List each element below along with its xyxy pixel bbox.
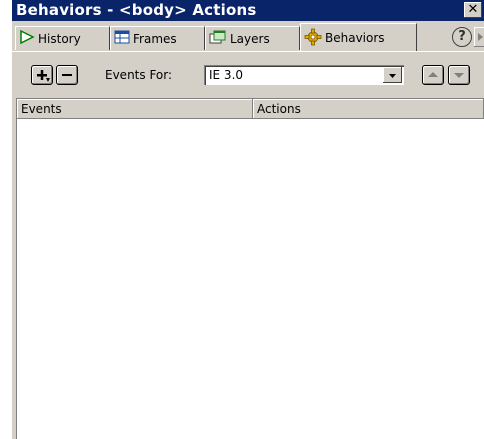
remove-behavior-button[interactable] bbox=[56, 65, 78, 85]
add-behavior-button[interactable] bbox=[31, 65, 53, 85]
layers-icon bbox=[209, 30, 227, 48]
close-icon: ✕ bbox=[467, 2, 479, 17]
events-for-select[interactable]: IE 3.0 bbox=[204, 65, 404, 85]
column-header-label: Actions bbox=[257, 102, 301, 116]
tab-label: Layers bbox=[230, 31, 270, 46]
tab-scroll-right-button[interactable] bbox=[474, 27, 484, 47]
help-icon: ? bbox=[458, 29, 466, 44]
move-up-button[interactable] bbox=[422, 65, 444, 85]
close-button[interactable]: ✕ bbox=[464, 2, 482, 18]
events-for-dropdown-button[interactable] bbox=[383, 67, 402, 83]
events-for-label: Events For: bbox=[105, 68, 173, 82]
down-arrow-icon bbox=[454, 73, 464, 78]
behaviors-list[interactable]: Events Actions bbox=[16, 98, 484, 439]
tab-history[interactable]: History bbox=[15, 26, 110, 50]
tab-label: Behaviors bbox=[325, 31, 385, 45]
chevron-down-icon bbox=[389, 74, 396, 78]
title-bar[interactable]: Behaviors - <body> Actions ✕ bbox=[12, 0, 484, 21]
column-header-label: Events bbox=[21, 102, 62, 116]
move-down-button[interactable] bbox=[448, 65, 470, 85]
plus-icon bbox=[37, 70, 50, 82]
frames-grid-icon bbox=[114, 30, 130, 47]
column-header-events[interactable]: Events bbox=[17, 99, 253, 119]
tab-label: Frames bbox=[133, 31, 177, 46]
behaviors-toolbar: Events For: IE 3.0 bbox=[12, 55, 484, 95]
column-header-actions[interactable]: Actions bbox=[253, 99, 484, 119]
tab-behaviors[interactable]: Behaviors bbox=[300, 23, 417, 51]
panel-tabs: History Frames Layers Behaviors ? bbox=[12, 21, 484, 52]
up-arrow-icon bbox=[428, 72, 438, 77]
minus-icon bbox=[62, 74, 72, 76]
play-triangle-icon bbox=[19, 29, 35, 47]
tab-frames[interactable]: Frames bbox=[110, 26, 205, 50]
arrow-right-icon bbox=[478, 33, 483, 41]
behaviors-panel: Behaviors - <body> Actions ✕ History Fra… bbox=[12, 0, 484, 439]
events-for-value: IE 3.0 bbox=[209, 68, 244, 82]
gear-icon bbox=[304, 28, 322, 49]
window-title: Behaviors - <body> Actions bbox=[16, 1, 257, 19]
tab-layers[interactable]: Layers bbox=[205, 26, 300, 50]
tab-label: History bbox=[38, 31, 81, 46]
help-button[interactable]: ? bbox=[452, 27, 472, 47]
